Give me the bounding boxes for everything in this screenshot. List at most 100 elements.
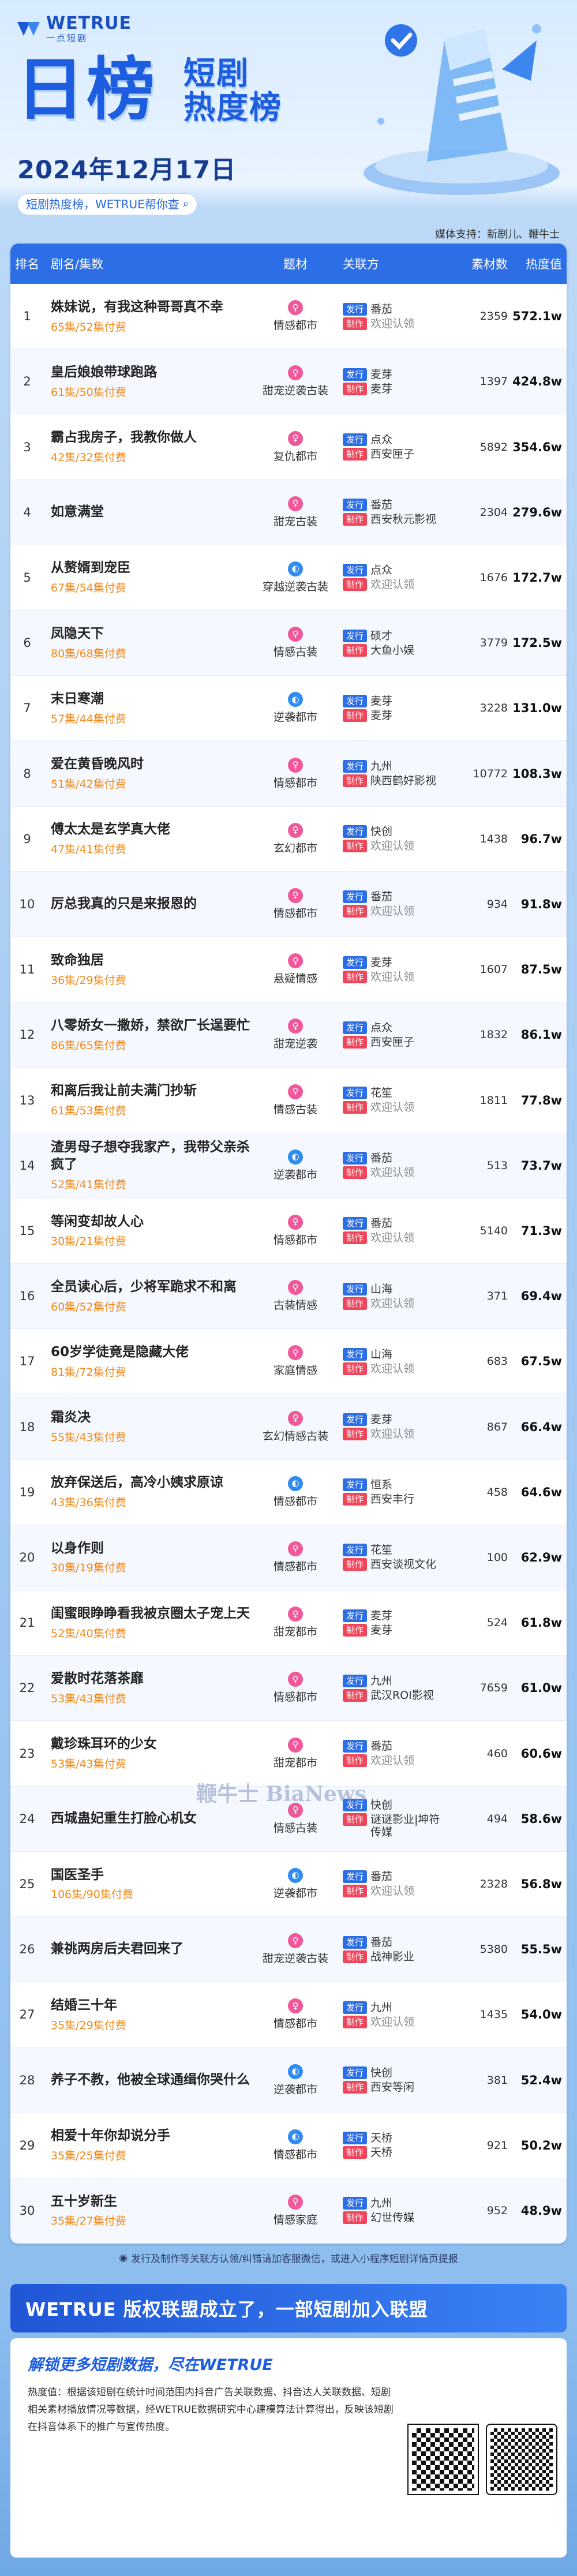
genre-cell: ♀ 情感家庭 <box>257 2194 334 2227</box>
producer-name[interactable]: 欢迎认领 <box>370 578 445 591</box>
drama-title[interactable]: 爱散时花落茶靡 <box>51 1671 257 1688</box>
table-row[interactable]: 6 凤隐天下 80集/68集付费 ♀ 情感古装 发行 硕才 制作 大鱼小娱 3779 172.5w <box>10 611 567 676</box>
heat-value: 86.1w <box>520 1028 562 1042</box>
table-row[interactable]: 16 全员读心后，少将军跪求不和离 60集/52集付费 ♀ 古装情感 发行 山海 制作 欢迎认领… <box>10 1264 567 1330</box>
drama-title[interactable]: 戴珍珠耳环的少女 <box>51 1736 257 1753</box>
drama-title[interactable]: 兼祧两房后夫君回来了 <box>51 1941 257 1958</box>
producer-name[interactable]: 欢迎认领 <box>370 1885 445 1897</box>
table-row[interactable]: 9 傅太太是玄学真大佬 47集/41集付费 ♀ 玄幻都市 发行 快创 制作 欢迎认领 1438 96… <box>10 807 567 872</box>
table-row[interactable]: 3 霸占我房子，我教你做人 42集/32集付费 ♀ 复仇都市 发行 点众 制作 西安匣子 5892… <box>10 414 567 480</box>
drama-title[interactable]: 闺蜜眼睁睁看我被京圈太子宠上天 <box>51 1605 257 1623</box>
drama-title[interactable]: 结婚三十年 <box>51 1997 257 2015</box>
table-row[interactable]: 18 霜炎决 55集/43集付费 ♀ 玄幻情感古装 发行 麦芽 制作 欢迎认领 867 66.4w <box>10 1394 567 1460</box>
table-row[interactable]: 11 致命独居 36集/29集付费 ♀ 悬疑情感 发行 麦芽 制作 欢迎认领 1607 87.5w <box>10 937 567 1003</box>
publisher-name: 番茄 <box>370 1870 393 1884</box>
publisher-name: 番茄 <box>370 302 393 316</box>
drama-title[interactable]: 全员读心后，少将军跪求不和离 <box>51 1279 257 1296</box>
drama-title[interactable]: 等闲变却故人心 <box>51 1214 257 1231</box>
table-row[interactable]: 5 从赘婿到宠臣 67集/54集付费 ◐ 穿越逆袭古装 发行 点众 制作 欢迎认领 1676 172… <box>10 545 567 611</box>
publisher-name: 番茄 <box>370 1935 393 1949</box>
drama-title[interactable]: 厉总我真的只是来报恩的 <box>51 896 257 913</box>
produce-tag: 制作 <box>343 774 368 788</box>
producer-name[interactable]: 欢迎认领 <box>370 840 445 852</box>
table-row[interactable]: 26 兼祧两房后夫君回来了 ♀ 甜宠逆袭古装 发行 番茄 制作 战神影业 5380 55.5w <box>10 1917 567 1983</box>
table-row[interactable]: 25 国医圣手 106集/90集付费 ◐ 逆袭都市 发行 番茄 制作 欢迎认领 2328 56.8w <box>10 1852 567 1918</box>
producer-name[interactable]: 欢迎认领 <box>370 1166 445 1179</box>
producer-name[interactable]: 欢迎认领 <box>370 1231 445 1244</box>
table-row[interactable]: 13 和离后我让前夫满门抄斩 61集/53集付费 ♀ 情感古装 发行 花笙 制作 欢迎认领 181… <box>10 1068 567 1133</box>
drama-title[interactable]: 相爱十年你却说分手 <box>51 2128 257 2145</box>
genre-icon: ♀ <box>288 1607 303 1622</box>
mini-program-code-icon[interactable] <box>486 2424 557 2495</box>
drama-cell: 全员读心后，少将军跪求不和离 60集/52集付费 <box>44 1279 257 1314</box>
episode-count: 67集/54集付费 <box>51 582 126 595</box>
drama-title[interactable]: 和离后我让前夫满门抄斩 <box>51 1083 257 1100</box>
drama-title[interactable]: 渣男母子想夺我家产，我带父亲杀疯了 <box>51 1139 257 1174</box>
genre-icon: ♀ <box>288 1019 303 1034</box>
drama-title[interactable]: 从赘婿到宠臣 <box>51 560 257 577</box>
table-header: 排名 剧名/集数 题材 关联方 素材数 热度值 <box>10 244 567 284</box>
table-row[interactable]: 2 皇后娘娘带球跑路 61集/50集付费 ♀ 甜宠逆袭古装 发行 麦芽 制作 麦芽 1397 424… <box>10 349 567 415</box>
drama-title[interactable]: 八零娇女一撒娇，禁欲厂长逞要忙 <box>51 1017 257 1035</box>
publish-tag: 发行 <box>343 760 368 773</box>
producer-name[interactable]: 欢迎认领 <box>370 1754 445 1767</box>
table-row[interactable]: 1 姝妹说，有我这种哥哥真不幸 65集/52集付费 ♀ 情感都市 发行 番茄 制作 欢迎认领 23… <box>10 284 567 350</box>
drama-title[interactable]: 60岁学徒竟是隐藏大佬 <box>51 1344 257 1361</box>
drama-title[interactable]: 西城蛊妃重生打脸心机女 <box>51 1810 257 1828</box>
producer-name[interactable]: 欢迎认领 <box>370 1362 445 1375</box>
table-row[interactable]: 19 放弃保送后，高冷小姨求原谅 43集/36集付费 ◐ 情感都市 发行 恒系 制作 西安丰行 4… <box>10 1460 567 1525</box>
drama-title[interactable]: 霸占我房子，我教你做人 <box>51 429 257 447</box>
producer-name[interactable]: 欢迎认领 <box>370 1297 445 1310</box>
rank-number: 20 <box>19 1550 35 1564</box>
producer-name[interactable]: 欢迎认领 <box>370 905 445 918</box>
table-row[interactable]: 10 厉总我真的只是来报恩的 ♀ 情感都市 发行 番茄 制作 欢迎认领 934 91.8w <box>10 871 567 938</box>
drama-title[interactable]: 傅太太是玄学真大佬 <box>51 821 257 838</box>
drama-title[interactable]: 如意满堂 <box>51 504 257 521</box>
qr-code-icon[interactable] <box>407 2424 479 2495</box>
footnote: ◉ 发行及制作等关联方认领/纠错请加客服微信，或进入小程序短剧详情页提报 <box>0 2251 577 2266</box>
rank-number: 25 <box>19 1877 35 1891</box>
table-row[interactable]: 29 相爱十年你却说分手 35集/25集付费 ◐ 情感都市 发行 天桥 制作 天桥 921 50.2… <box>10 2113 567 2178</box>
table-row[interactable]: 14 渣男母子想夺我家产，我带父亲杀疯了 52集/41集付费 ◐ 逆袭都市 发行 番茄 制作欢… <box>10 1133 567 1199</box>
producer-name[interactable]: 欢迎认领 <box>370 317 445 330</box>
table-row[interactable]: 22 爱散时花落茶靡 53集/43集付费 ♀ 情感都市 发行 九州 制作 武汉ROI影视 7659… <box>10 1656 567 1721</box>
table-row[interactable]: 27 结婚三十年 35集/29集付费 ♀ 情感都市 发行 九州 制作 欢迎认领 1435 54.0w <box>10 1982 567 2048</box>
producer-name[interactable]: 欢迎认领 <box>370 971 445 983</box>
drama-title[interactable]: 五十岁新生 <box>51 2193 257 2211</box>
genre-cell: ♀ 复仇都市 <box>257 430 334 463</box>
table-row[interactable]: 20 以身作则 30集/19集付费 ♀ 情感都市 发行 花笙 制作 西安谈视文化 100 62.9w <box>10 1525 567 1591</box>
alliance-banner[interactable]: WETRUE 版权联盟成立了，一部短剧加入联盟 <box>10 2284 567 2332</box>
drama-title[interactable]: 放弃保送后，高冷小姨求原谅 <box>51 1474 257 1492</box>
table-row[interactable]: 12 八零娇女一撒娇，禁欲厂长逞要忙 86集/65集付费 ♀ 甜宠逆袭 发行 点众 制作 西安匣… <box>10 1002 567 1068</box>
drama-title[interactable]: 国医圣手 <box>51 1867 257 1884</box>
drama-title[interactable]: 以身作则 <box>51 1540 257 1557</box>
publish-tag: 发行 <box>343 629 368 642</box>
episode-count: 65集/52集付费 <box>51 320 126 334</box>
genre-cell: ♀ 甜宠逆袭古装 <box>257 365 334 398</box>
producer-name[interactable]: 欢迎认领 <box>370 1428 445 1440</box>
table-row[interactable]: 30 五十岁新生 35集/27集付费 ♀ 情感家庭 发行 九州 制作 幻世传媒 952 48.9w <box>10 2178 567 2244</box>
drama-title[interactable]: 皇后娘娘带球跑路 <box>51 364 257 381</box>
producer-name[interactable]: 欢迎认领 <box>370 2016 445 2028</box>
heat-value: 66.4w <box>520 1420 562 1434</box>
drama-title[interactable]: 致命独居 <box>51 952 257 969</box>
drama-title[interactable]: 姝妹说，有我这种哥哥真不幸 <box>51 299 257 316</box>
table-row[interactable]: 8 爱在黄昏晚风时 51集/42集付费 ♀ 情感都市 发行 九州 制作 陕西鹤好影视 10772 1… <box>10 741 567 807</box>
drama-title[interactable]: 爱在黄昏晚风时 <box>51 756 257 773</box>
producer-name[interactable]: 欢迎认领 <box>370 1101 445 1114</box>
parties-cell: 发行 天桥 制作 天桥 <box>334 2130 455 2161</box>
table-row[interactable]: 28 养子不教，他被全球通缉你哭什么 ◐ 逆袭都市 发行 快创 制作 西安等闲 381 52.4w <box>10 2047 567 2113</box>
genre-icon: ♀ <box>288 2194 303 2210</box>
drama-title[interactable]: 霜炎决 <box>51 1409 257 1426</box>
drama-title[interactable]: 末日寒潮 <box>51 691 257 708</box>
table-row[interactable]: 17 60岁学徒竟是隐藏大佬 81集/72集付费 ♀ 家庭情感 发行 山海 制作 欢迎认领 683… <box>10 1329 567 1395</box>
episode-count: 80集/68集付费 <box>51 647 126 660</box>
table-row[interactable]: 4 如意满堂 ♀ 甜宠古装 发行 番茄 制作 西安秋元影视 2304 279.6w <box>10 480 567 545</box>
table-row[interactable]: 7 末日寒潮 57集/44集付费 ◐ 逆袭都市 发行 麦芽 制作 麦芽 3228 131.0w <box>10 676 567 742</box>
table-row[interactable]: 23 戴珍珠耳环的少女 53集/43集付费 ♀ 甜宠都市 发行 番茄 制作 欢迎认领 460 60.… <box>10 1721 567 1787</box>
rank-number: 19 <box>19 1485 35 1499</box>
table-row[interactable]: 21 闺蜜眼睁睁看我被京圈太子宠上天 52集/40集付费 ♀ 甜宠都市 发行 麦芽 制作 麦芽 5… <box>10 1590 567 1656</box>
drama-title[interactable]: 养子不教，他被全球通缉你哭什么 <box>51 2072 257 2089</box>
drama-title[interactable]: 凤隐天下 <box>51 626 257 643</box>
table-row[interactable]: 15 等闲变却故人心 30集/21集付费 ♀ 情感都市 发行 番茄 制作 欢迎认领 5140 71.… <box>10 1199 567 1264</box>
